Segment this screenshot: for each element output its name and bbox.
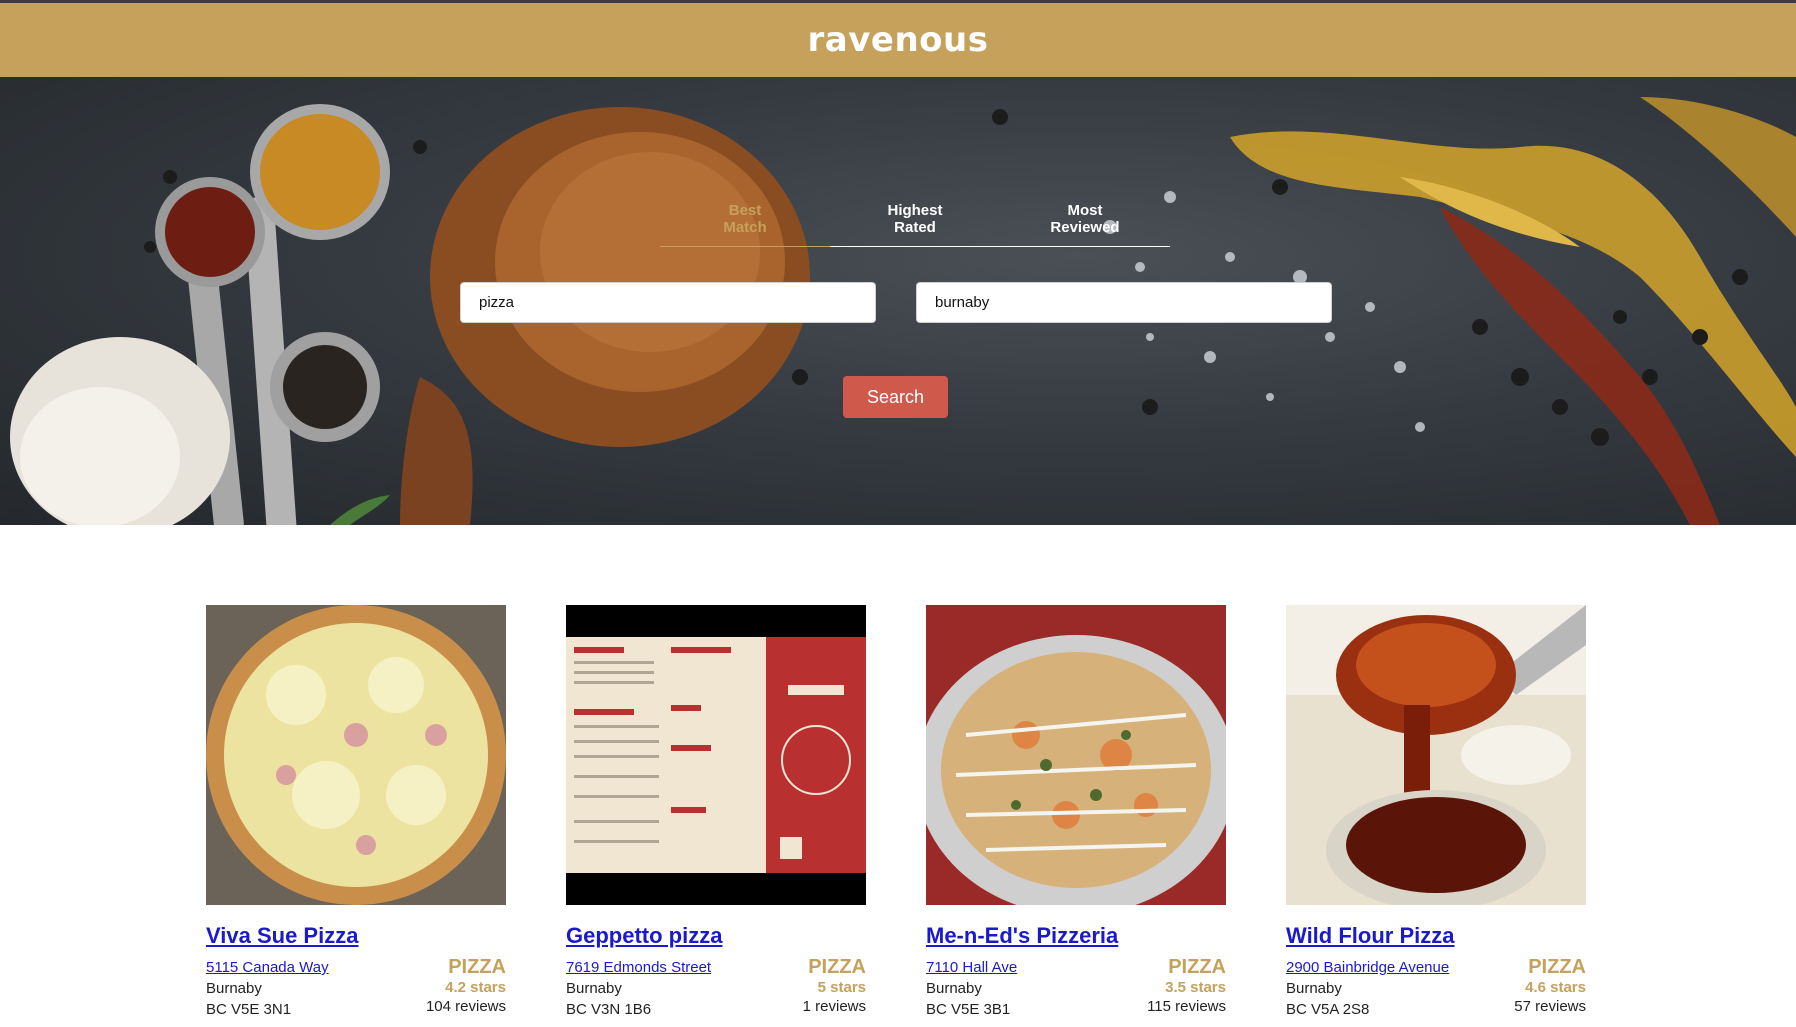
business-review-count: 1 reviews — [802, 998, 866, 1015]
business-reviews: PIZZA 4.2 stars 104 reviews — [426, 957, 506, 1016]
business-review-count: 57 reviews — [1514, 998, 1586, 1015]
tab-label: Best Match — [723, 202, 767, 236]
business-rating: 5 stars — [817, 979, 866, 996]
business-name[interactable]: Viva Sue Pizza — [206, 923, 506, 949]
business-reviews: PIZZA 3.5 stars 115 reviews — [1147, 957, 1226, 1016]
brand-logo: ravenous — [807, 20, 989, 60]
tab-best-match[interactable]: Best Match — [660, 202, 830, 247]
business-address: 2900 Bainbridge Avenue Burnaby BC V5A 2S… — [1286, 957, 1449, 1020]
business-reviews: PIZZA 4.6 stars 57 reviews — [1514, 957, 1586, 1016]
address-city: Burnaby — [1286, 980, 1342, 997]
business-rating: 4.2 stars — [445, 979, 506, 996]
address-city: Burnaby — [566, 980, 622, 997]
hero-background-image — [10, 97, 1796, 525]
business-card: Geppetto pizza 7619 Edmonds Street Burna… — [566, 605, 866, 1027]
search-hero: Best Match Highest Rated Most Reviewed S… — [0, 77, 1796, 525]
business-category: PIZZA — [1528, 956, 1586, 978]
search-button[interactable]: Search — [843, 376, 948, 418]
business-image[interactable] — [566, 605, 866, 905]
business-card: Wild Flour Pizza 2900 Bainbridge Avenue … — [1286, 605, 1586, 1027]
tab-highest-rated[interactable]: Highest Rated — [830, 202, 1000, 247]
business-name[interactable]: Geppetto pizza — [566, 923, 866, 949]
business-list: Viva Sue Pizza 5115 Canada Way Burnaby B… — [0, 525, 1796, 1018]
business-review-count: 104 reviews — [425, 998, 506, 1015]
business-address: 5115 Canada Way Burnaby BC V5E 3N1 — [206, 957, 329, 1020]
address-city: Burnaby — [926, 980, 982, 997]
business-name[interactable]: Me-n-Ed's Pizzeria — [926, 923, 1226, 949]
address-city: Burnaby — [206, 980, 262, 997]
app-header: ravenous — [0, 3, 1796, 77]
business-category: PIZZA — [448, 956, 506, 978]
business-rating: 4.6 stars — [1525, 979, 1586, 996]
address-link[interactable]: 7110 Hall Ave — [926, 957, 1017, 978]
business-name[interactable]: Wild Flour Pizza — [1286, 923, 1586, 949]
business-reviews: PIZZA 5 stars 1 reviews — [803, 957, 866, 1016]
search-location-input[interactable] — [916, 282, 1332, 323]
tab-label: Highest Rated — [887, 202, 943, 236]
business-card: Viva Sue Pizza 5115 Canada Way Burnaby B… — [206, 605, 506, 1027]
search-term-input[interactable] — [460, 282, 876, 323]
sort-options: Best Match Highest Rated Most Reviewed — [660, 202, 1172, 247]
business-image[interactable] — [206, 605, 506, 905]
address-link[interactable]: 7619 Edmonds Street — [566, 957, 711, 978]
business-category: PIZZA — [808, 956, 866, 978]
tab-label: Most Reviewed — [1050, 202, 1120, 236]
business-rating: 3.5 stars — [1165, 979, 1226, 996]
business-address: 7110 Hall Ave Burnaby BC V5E 3B1 — [926, 957, 1017, 1020]
address-link[interactable]: 2900 Bainbridge Avenue — [1286, 957, 1449, 978]
business-card: Me-n-Ed's Pizzeria 7110 Hall Ave Burnaby… — [926, 605, 1226, 1027]
tab-most-reviewed[interactable]: Most Reviewed — [1000, 202, 1170, 247]
business-image[interactable] — [926, 605, 1226, 905]
business-review-count: 115 reviews — [1147, 998, 1226, 1015]
address-link[interactable]: 5115 Canada Way — [206, 957, 329, 978]
business-image[interactable] — [1286, 605, 1586, 905]
business-address: 7619 Edmonds Street Burnaby BC V3N 1B6 — [566, 957, 711, 1020]
business-category: PIZZA — [1168, 956, 1226, 978]
